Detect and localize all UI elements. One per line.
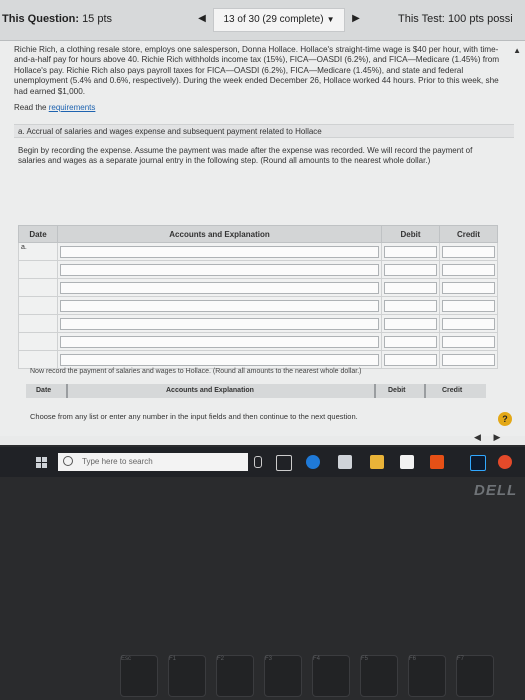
page-arrows: ◀ ▶: [474, 432, 500, 443]
photoshop-icon[interactable]: [470, 455, 486, 471]
account-field[interactable]: [60, 317, 379, 330]
f1-key[interactable]: F1: [168, 655, 206, 697]
windows-start-icon[interactable]: [36, 457, 48, 469]
search-placeholder: Type here to search: [82, 457, 153, 466]
date-header: Date: [36, 387, 52, 394]
problem-text: Richie Rich, a clothing resale store, em…: [14, 45, 500, 96]
account-field[interactable]: [60, 245, 379, 258]
accounts-header: Accounts and Explanation: [166, 387, 254, 394]
browser-screen: This Question: 15 pts ◀ 13 of 30 (29 com…: [0, 0, 525, 445]
edge-browser-icon[interactable]: [306, 455, 320, 469]
credit-header: Credit: [439, 225, 498, 243]
windows-taskbar: Type here to search: [0, 447, 525, 477]
next-question-icon[interactable]: ▶: [349, 12, 363, 26]
store-icon[interactable]: [338, 455, 352, 469]
chevron-down-icon: ▼: [326, 15, 335, 24]
dell-logo: DELL: [474, 482, 518, 499]
debit-field[interactable]: [384, 335, 437, 348]
debit-header: Debit: [381, 225, 440, 243]
journal-row: [18, 278, 498, 297]
account-field[interactable]: [60, 353, 379, 366]
date-header: Date: [18, 225, 58, 243]
firefox-icon[interactable]: [498, 455, 512, 469]
debit-field[interactable]: [384, 245, 437, 258]
f2-key[interactable]: F2: [216, 655, 254, 697]
credit-field[interactable]: [442, 335, 495, 348]
previous-question-icon[interactable]: ◀: [195, 12, 209, 26]
debit-header: Debit: [388, 387, 406, 394]
debit-field[interactable]: [384, 299, 437, 312]
f7-key[interactable]: F7: [456, 655, 494, 697]
journal-row: [18, 296, 498, 315]
esc-key[interactable]: Esc: [120, 655, 158, 697]
help-button[interactable]: ?: [498, 412, 512, 426]
f6-key[interactable]: F6: [408, 655, 446, 697]
task-view-icon[interactable]: [276, 455, 292, 471]
scroll-up-icon[interactable]: ▲: [513, 46, 521, 55]
credit-header: Credit: [442, 387, 463, 394]
question-progress-dropdown[interactable]: 13 of 30 (29 complete) ▼: [213, 8, 345, 32]
journal-row: [18, 314, 498, 333]
credit-field[interactable]: [442, 299, 495, 312]
taskbar-search-box[interactable]: Type here to search: [58, 453, 248, 471]
question-header: This Question: 15 pts ◀ 13 of 30 (29 com…: [0, 0, 525, 41]
debit-field[interactable]: [384, 281, 437, 294]
f5-key[interactable]: F5: [360, 655, 398, 697]
account-field[interactable]: [60, 299, 379, 312]
f4-key[interactable]: F4: [312, 655, 350, 697]
microphone-icon[interactable]: [254, 456, 262, 468]
requirements-link[interactable]: requirements: [49, 103, 96, 112]
column-divider: [424, 384, 426, 398]
journal-row: [18, 332, 498, 351]
previous-arrow-icon[interactable]: ◀: [474, 432, 481, 442]
shopping-bag-icon[interactable]: [400, 455, 414, 469]
payment-table-header: Date Accounts and Explanation Debit Cred…: [26, 384, 486, 398]
question-navigator: ◀ 13 of 30 (29 complete) ▼ ▶: [195, 8, 360, 32]
credit-field[interactable]: [442, 281, 495, 294]
cortana-circle-icon: [63, 456, 73, 466]
payment-instructions: Now record the payment of salaries and w…: [30, 368, 362, 375]
account-field[interactable]: [60, 263, 379, 276]
credit-field[interactable]: [442, 263, 495, 276]
test-points: This Test: 100 pts possi: [398, 13, 513, 25]
journal-row: [18, 260, 498, 279]
accounts-header: Accounts and Explanation: [57, 225, 382, 243]
question-points: This Question: 15 pts: [2, 13, 113, 25]
choose-instruction: Choose from any list or enter any number…: [30, 412, 358, 421]
credit-field[interactable]: [442, 353, 495, 366]
row-date: a.: [18, 242, 58, 261]
debit-field[interactable]: [384, 317, 437, 330]
debit-field[interactable]: [384, 353, 437, 366]
column-divider: [66, 384, 68, 398]
credit-field[interactable]: [442, 245, 495, 258]
keyboard-function-row: Esc F1 F2 F3 F4 F5 F6 F7: [120, 655, 525, 700]
requirements-line: Read the requirements: [14, 103, 96, 112]
credit-field[interactable]: [442, 317, 495, 330]
journal-row: [18, 350, 498, 369]
journal-row: a.: [18, 242, 498, 261]
account-field[interactable]: [60, 335, 379, 348]
debit-field[interactable]: [384, 263, 437, 276]
file-explorer-icon[interactable]: [370, 455, 384, 469]
column-divider: [374, 384, 376, 398]
f3-key[interactable]: F3: [264, 655, 302, 697]
account-field[interactable]: [60, 281, 379, 294]
office-icon[interactable]: [430, 455, 444, 469]
journal-entry-table: Date Accounts and Explanation Debit Cred…: [18, 225, 498, 369]
instructions-text: Begin by recording the expense. Assume t…: [18, 146, 473, 165]
next-arrow-icon[interactable]: ▶: [493, 432, 500, 442]
part-a-heading: a. Accrual of salaries and wages expense…: [14, 124, 514, 138]
